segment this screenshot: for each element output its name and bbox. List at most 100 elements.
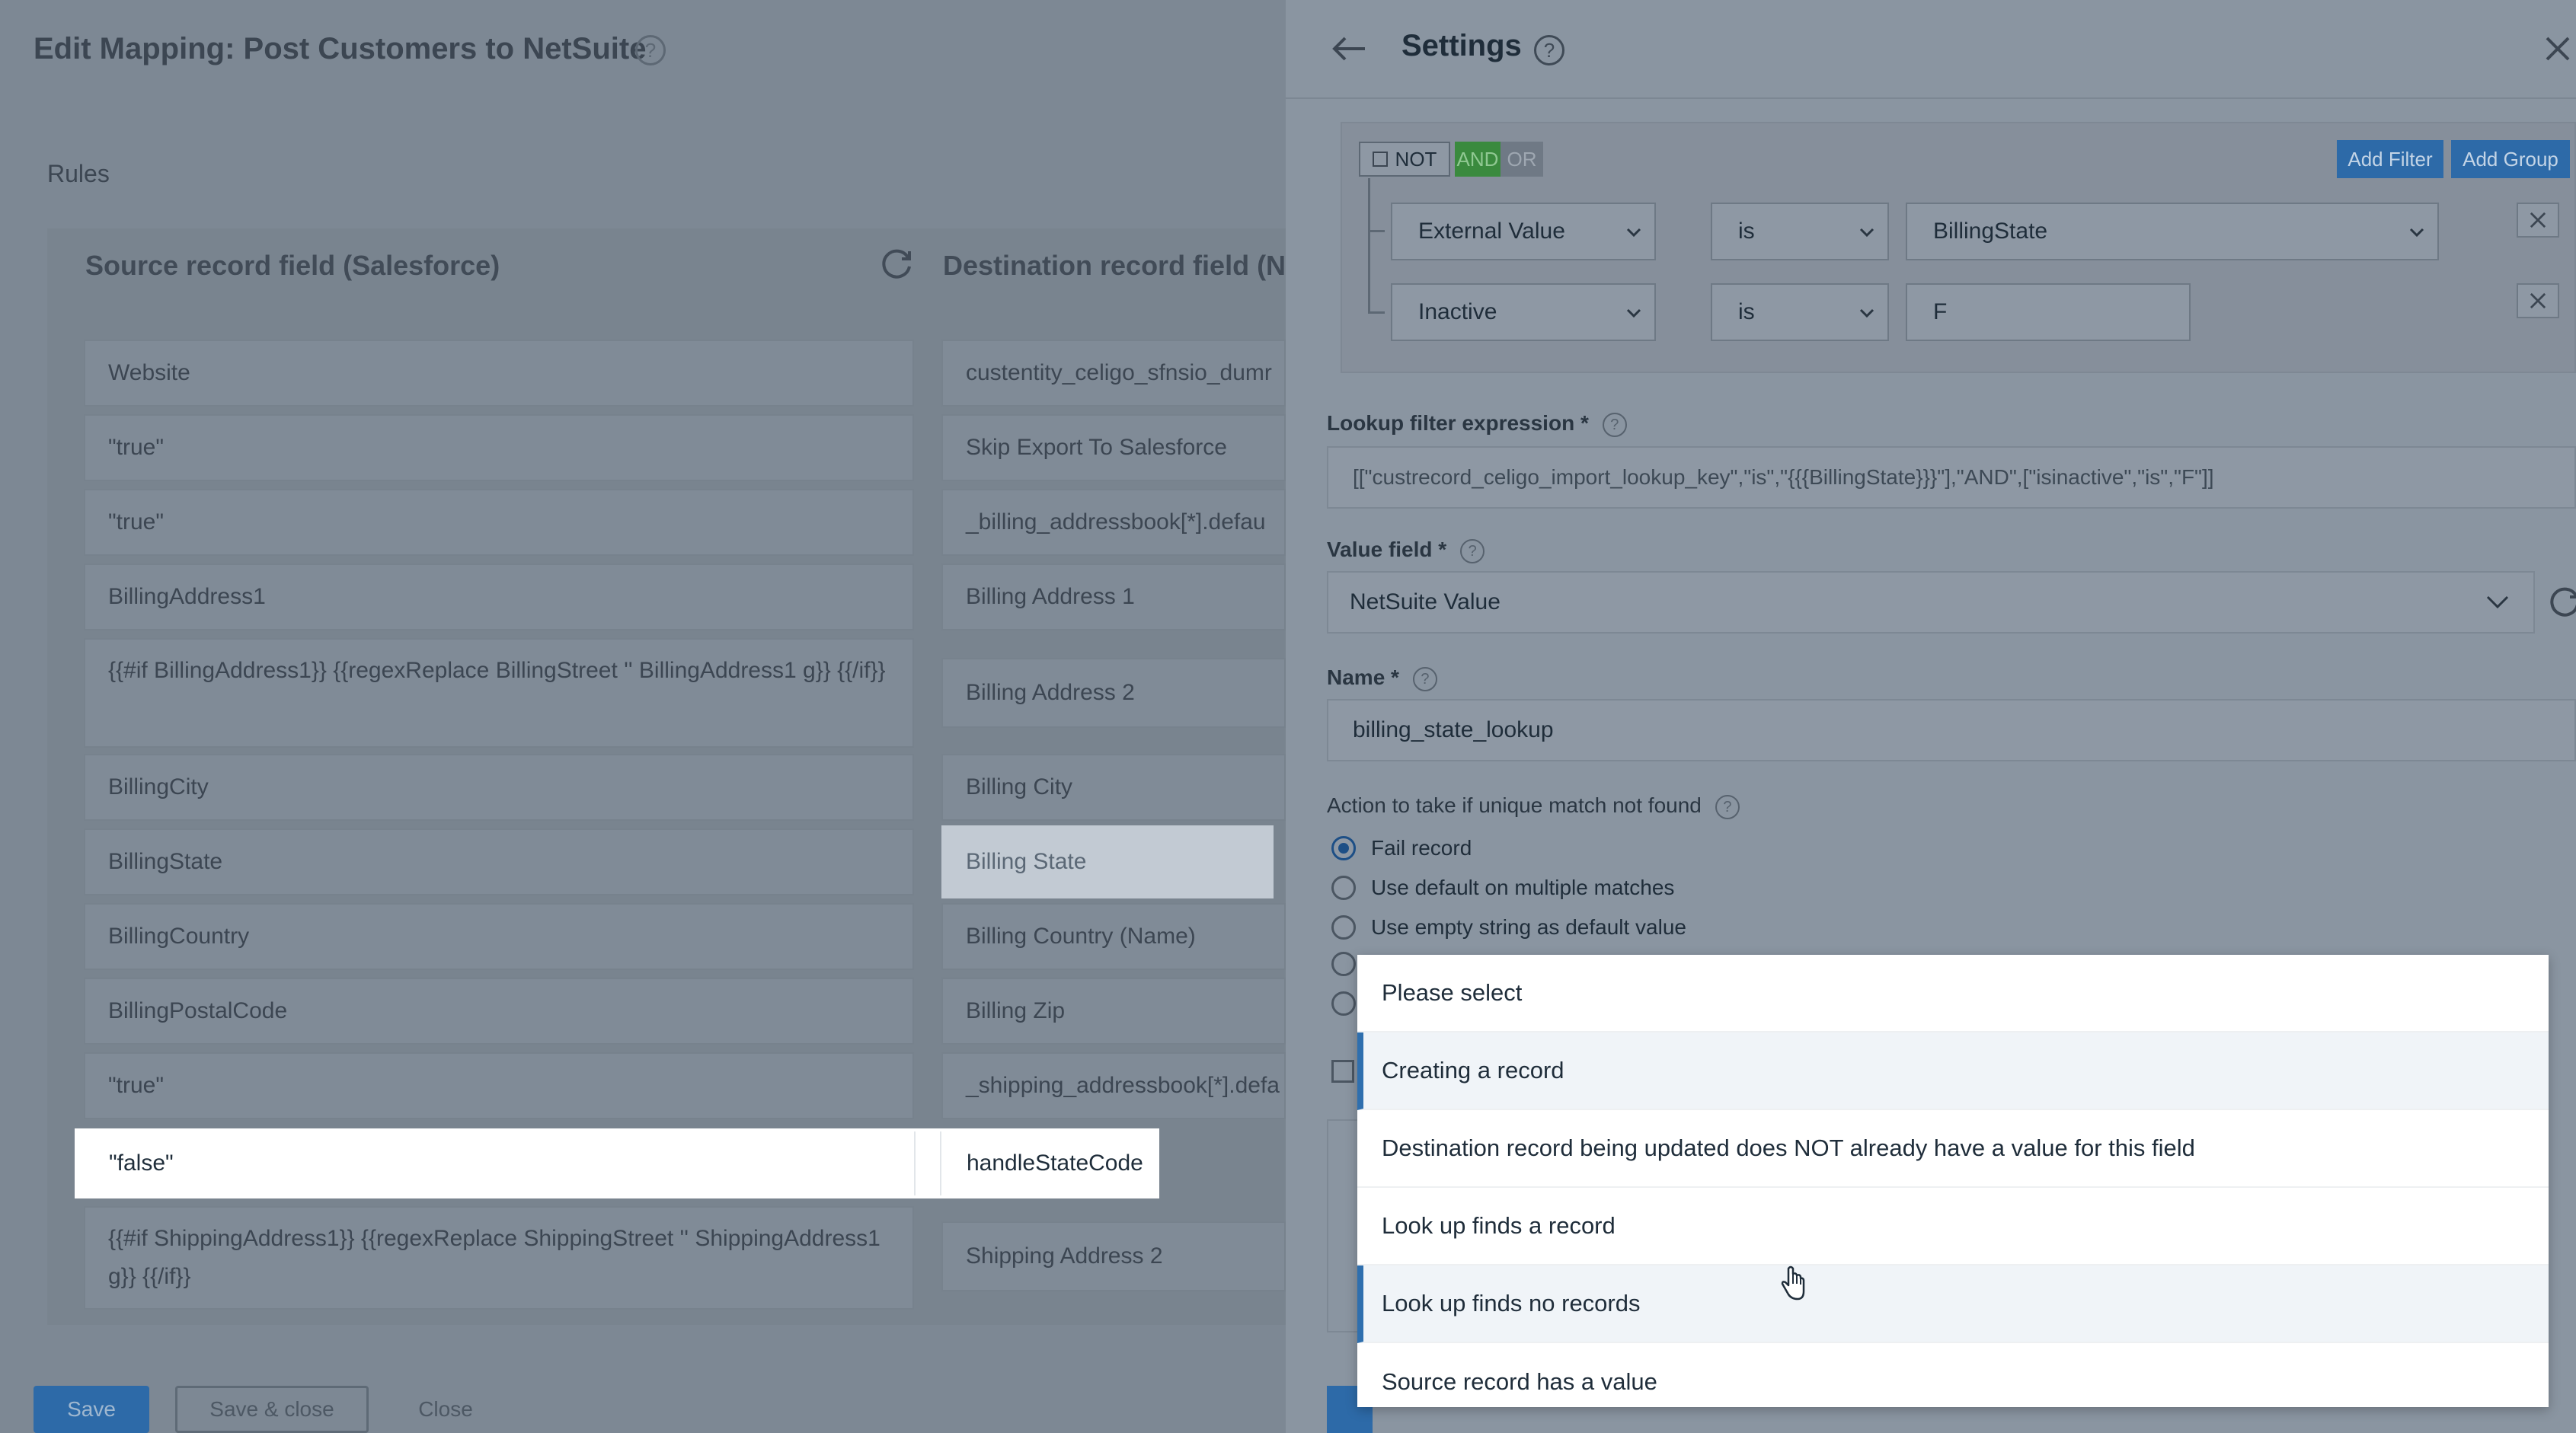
source-field[interactable]: BillingCity	[84, 754, 914, 821]
destination-field[interactable]: _billing_addressbook[*].defau	[941, 489, 1286, 556]
lookup-filter-expression-label: Lookup filter expression *?	[1327, 411, 1627, 437]
destination-column-header: Destination record field (Ne	[943, 250, 1286, 281]
destination-field[interactable]: custentity_celigo_sfnsio_dumr	[941, 340, 1286, 407]
mapping-editor: Edit Mapping: Post Customers to NetSuite…	[0, 0, 1286, 1433]
destination-field[interactable]: Skip Export To Salesforce	[941, 414, 1286, 481]
source-field[interactable]: "true"	[84, 489, 914, 556]
chevron-down-icon	[1859, 308, 1874, 318]
chevron-down-icon	[1626, 308, 1641, 318]
chevron-down-icon	[1859, 228, 1874, 238]
label-text: Lookup filter expression *	[1327, 411, 1589, 435]
value-field-label: Value field *?	[1327, 538, 1485, 563]
destination-field[interactable]: Billing Zip	[941, 978, 1286, 1045]
filter-operator-select[interactable]: is	[1711, 283, 1889, 341]
add-group-button[interactable]: Add Group	[2451, 140, 2570, 178]
dropdown-option[interactable]: Destination record being updated does NO…	[1357, 1110, 2549, 1188]
source-field[interactable]: {{#if ShippingAddress1}} {{regexReplace …	[84, 1206, 914, 1310]
source-field[interactable]: BillingPostalCode	[84, 978, 914, 1045]
select-value: BillingState	[1933, 219, 2048, 244]
back-arrow-icon[interactable]	[1330, 34, 1368, 64]
add-filter-button[interactable]: Add Filter	[2337, 140, 2443, 178]
chevron-down-icon[interactable]	[2485, 592, 2510, 612]
not-toggle[interactable]: NOT	[1359, 142, 1450, 177]
radio-icon	[1331, 876, 1356, 900]
label-text: Value field *	[1327, 538, 1447, 561]
conditional-dropdown-menu: Please select Creating a record Destinat…	[1357, 955, 2549, 1407]
filter-tree-branch	[1368, 311, 1385, 314]
destination-field[interactable]: Billing Address 2	[941, 658, 1286, 728]
label-text: Action to take if unique match not found	[1327, 793, 1702, 817]
destination-field[interactable]: Shipping Address 2	[941, 1221, 1286, 1291]
source-field-active[interactable]: "false"	[84, 1133, 914, 1194]
lookup-filter-expression-field[interactable]: [["custrecord_celigo_import_lookup_key",…	[1327, 446, 2576, 509]
destination-field[interactable]: Billing Address 1	[941, 563, 1286, 630]
remove-filter-icon[interactable]	[2517, 203, 2559, 238]
radio-icon	[1331, 915, 1356, 940]
dropdown-option[interactable]: Source record has a value	[1357, 1343, 2549, 1421]
dropdown-option-hovered[interactable]: Look up finds no records	[1357, 1265, 2549, 1343]
filter-field-select[interactable]: Inactive	[1391, 283, 1656, 341]
source-field[interactable]: BillingState	[84, 828, 914, 895]
source-field[interactable]: BillingCountry	[84, 903, 914, 970]
destination-field-highlighted[interactable]: Billing State	[941, 825, 1274, 898]
source-field[interactable]: {{#if BillingAddress1}} {{regexReplace B…	[84, 638, 914, 748]
filter-field-select[interactable]: External Value	[1391, 203, 1656, 260]
select-value: is	[1738, 299, 1755, 324]
chevron-down-icon	[1626, 228, 1641, 238]
filter-tree-branch	[1368, 230, 1385, 232]
save-button[interactable]: Save	[34, 1386, 149, 1433]
help-icon[interactable]: ?	[1460, 538, 1485, 563]
radio-icon[interactable]	[1331, 991, 1356, 1016]
name-input[interactable]: billing_state_lookup	[1327, 699, 2576, 761]
radio-label: Use default on multiple matches	[1371, 876, 1675, 899]
select-value: Inactive	[1418, 299, 1497, 324]
radio-use-default[interactable]: Use default on multiple matches	[1331, 873, 1674, 903]
refresh-icon[interactable]	[879, 247, 914, 282]
source-field[interactable]: "true"	[84, 1052, 914, 1119]
close-button[interactable]: Close	[404, 1386, 487, 1433]
and-toggle[interactable]: AND	[1455, 142, 1501, 177]
filter-operator-select[interactable]: is	[1711, 203, 1889, 260]
source-field[interactable]: Website	[84, 340, 914, 407]
help-icon[interactable]: ?	[1534, 35, 1564, 65]
radio-icon[interactable]	[1331, 952, 1356, 976]
remove-filter-icon[interactable]	[2517, 283, 2559, 318]
destination-field[interactable]: _shipping_addressbook[*].defa	[941, 1052, 1286, 1119]
filter-value-input[interactable]: F	[1906, 283, 2191, 341]
page-title: Edit Mapping: Post Customers to NetSuite	[34, 32, 647, 65]
save-close-button[interactable]: Save & close	[175, 1386, 369, 1433]
destination-field[interactable]: Billing City	[941, 754, 1286, 821]
value-field-select[interactable]: NetSuite Value	[1327, 571, 2535, 634]
action-label: Action to take if unique match not found…	[1327, 793, 1740, 819]
radio-selected-icon	[1331, 836, 1356, 860]
checkbox-icon	[1372, 152, 1388, 167]
source-column-header: Source record field (Salesforce)	[85, 250, 500, 281]
dropdown-option-highlighted[interactable]: Creating a record	[1357, 1032, 2549, 1110]
radio-empty-string[interactable]: Use empty string as default value	[1331, 912, 1686, 943]
help-icon[interactable]: ?	[1715, 794, 1740, 819]
select-value: is	[1738, 219, 1755, 244]
dropdown-option[interactable]: Please select	[1357, 955, 2549, 1032]
input-value: F	[1933, 299, 1948, 324]
refresh-icon[interactable]	[2547, 585, 2576, 620]
destination-field-active[interactable]: handleStateCode	[941, 1133, 1155, 1194]
close-icon[interactable]	[2542, 34, 2573, 64]
dropdown-option[interactable]: Look up finds a record	[1357, 1188, 2549, 1265]
or-toggle[interactable]: OR	[1501, 142, 1543, 177]
help-icon[interactable]: ?	[1602, 412, 1627, 437]
radio-label: Use empty string as default value	[1371, 915, 1686, 939]
filter-value-select[interactable]: BillingState	[1906, 203, 2439, 260]
source-field[interactable]: "true"	[84, 414, 914, 481]
source-field[interactable]: BillingAddress1	[84, 563, 914, 630]
drawer-title: Settings	[1401, 29, 1522, 62]
help-icon[interactable]: ?	[635, 35, 666, 65]
destination-field[interactable]: Billing Country (Name)	[941, 903, 1286, 970]
checkbox-icon[interactable]	[1331, 1060, 1354, 1083]
filter-tree-line	[1368, 178, 1370, 314]
hand-cursor-icon	[1781, 1265, 1805, 1301]
chevron-down-icon	[2409, 228, 2424, 238]
filter-logic-toggle: NOT AND OR	[1359, 142, 1543, 177]
help-icon[interactable]: ?	[1412, 666, 1437, 691]
select-value: External Value	[1418, 219, 1565, 244]
radio-fail-record[interactable]: Fail record	[1331, 833, 1472, 863]
